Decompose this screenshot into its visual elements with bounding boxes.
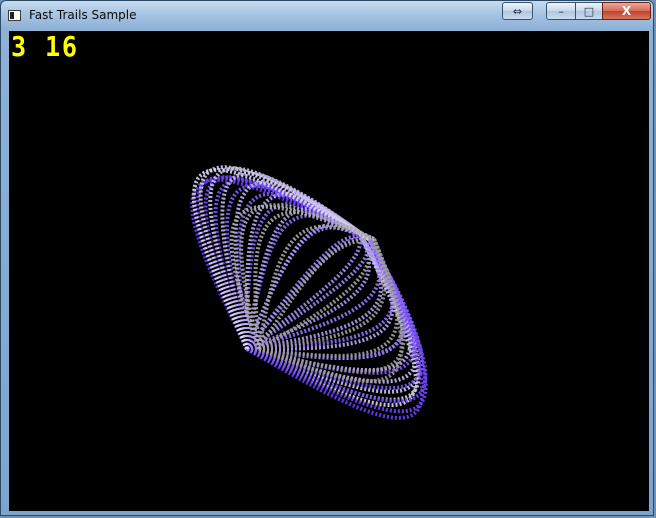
app-window-icon[interactable] <box>8 10 21 21</box>
minimize-icon: – <box>558 4 564 18</box>
frame-counter: 3 16 <box>11 31 79 63</box>
app-window: Fast Trails Sample ⇔ – □ X 3 16 <box>0 0 654 516</box>
window-title: Fast Trails Sample <box>29 8 137 22</box>
maximize-icon: □ <box>583 4 595 18</box>
minimize-button[interactable]: – <box>546 2 576 20</box>
maximize-button[interactable]: □ <box>575 2 603 20</box>
render-viewport[interactable]: 3 16 <box>9 31 649 511</box>
trail-graphic <box>190 165 428 421</box>
resize-button[interactable]: ⇔ <box>502 2 533 20</box>
close-icon: X <box>621 4 632 18</box>
resize-arrows-icon: ⇔ <box>512 4 523 18</box>
title-bar[interactable]: Fast Trails Sample ⇔ – □ X <box>1 1 653 31</box>
close-button[interactable]: X <box>602 2 651 20</box>
